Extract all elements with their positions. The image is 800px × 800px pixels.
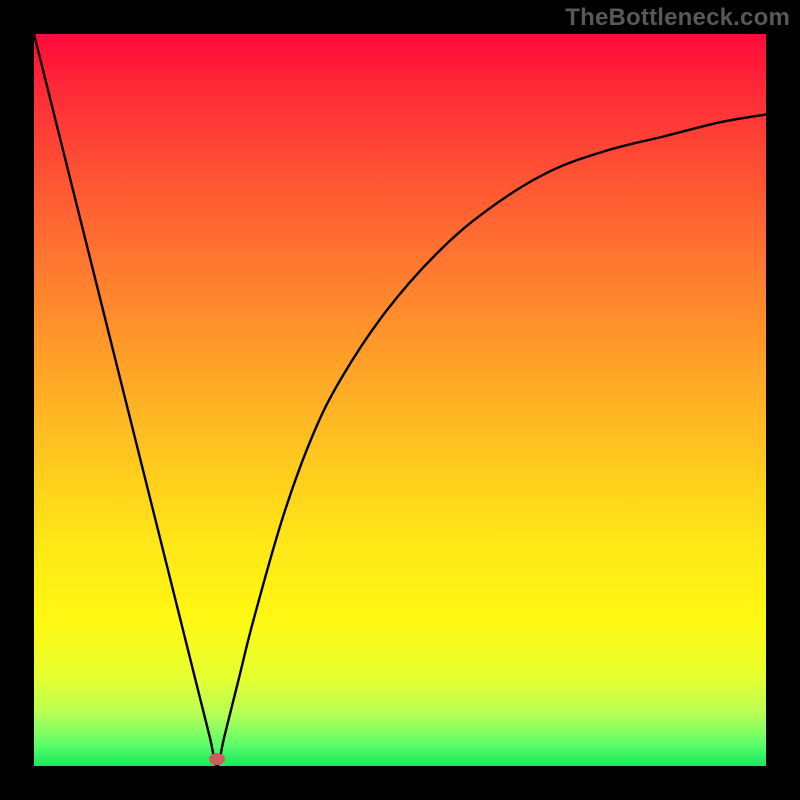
plot-area xyxy=(34,34,766,766)
chart-frame: TheBottleneck.com xyxy=(0,0,800,800)
optimal-point-marker xyxy=(209,753,225,765)
watermark-text: TheBottleneck.com xyxy=(565,4,790,32)
bottleneck-curve xyxy=(34,34,766,766)
